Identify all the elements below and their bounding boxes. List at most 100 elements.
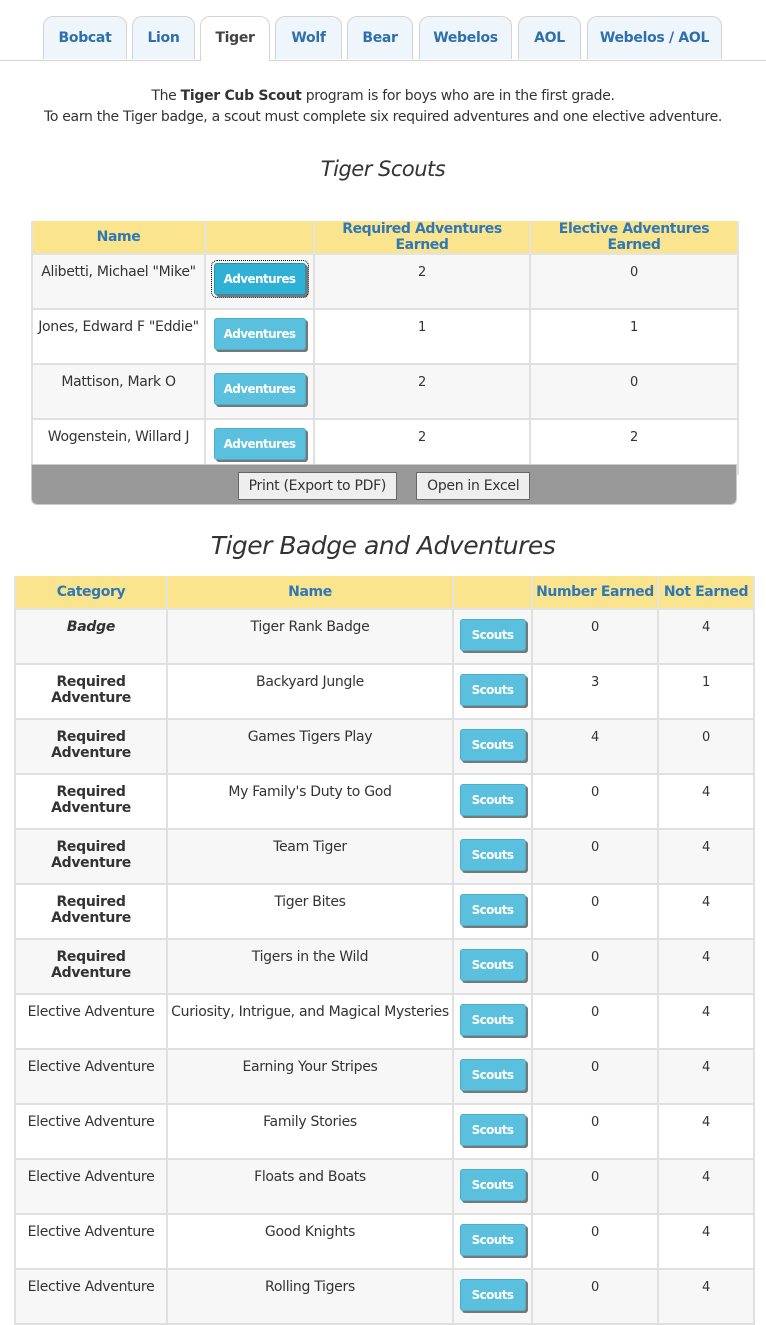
scouts-table-header: Name Required Adventures Earned Elective… [31, 221, 739, 255]
adventure-name: Rolling Tigers [166, 1268, 454, 1325]
required-adventures-earned: 1 [313, 308, 531, 365]
adventure-row: Required Adventure My Family's Duty to Go… [14, 773, 755, 830]
adventures-button[interactable]: Adventures [213, 373, 306, 405]
scouts-button[interactable]: Scouts [459, 894, 526, 926]
tab-bear[interactable]: Bear [347, 16, 413, 59]
adventure-row: Required Adventure Games Tigers Play Scout… [14, 718, 755, 775]
adventure-category: Required Adventure [14, 663, 168, 720]
adventure-category: Required Adventure [14, 883, 168, 940]
tab-webelos-aol[interactable]: Webelos / AOL [587, 16, 722, 59]
adventure-row: Elective Adventure Floats and Boats Scouts… [14, 1158, 755, 1215]
adventure-name: Tiger Rank Badge [166, 608, 454, 665]
adventures-button[interactable]: Adventures [213, 428, 306, 460]
adventure-name: Tigers in the Wild [166, 938, 454, 995]
not-earned: 1 [657, 663, 755, 720]
header-required-earned: Required Adventures Earned [313, 221, 531, 255]
adventures-button[interactable]: Adventures [210, 260, 309, 298]
not-earned: 4 [657, 938, 755, 995]
number-earned: 0 [531, 993, 659, 1050]
scouts-button[interactable]: Scouts [459, 1279, 526, 1311]
number-earned: 0 [531, 773, 659, 830]
number-earned: 4 [531, 718, 659, 775]
adventure-row: Required Adventure Team Tiger Scouts 0 4 [14, 828, 755, 885]
scouts-button[interactable]: Scouts [459, 1114, 526, 1146]
header-category: Category [14, 576, 168, 610]
adventures-section-title: Tiger Badge and Adventures [210, 531, 556, 560]
adventure-name: Floats and Boats [166, 1158, 454, 1215]
required-adventures-earned: 2 [313, 363, 531, 420]
scout-name: Alibetti, Michael "Mike" [31, 253, 206, 310]
adventure-row: Required Adventure Backyard Jungle Scouts 3… [14, 663, 755, 720]
tab-bobcat[interactable]: Bobcat [43, 16, 127, 59]
adventure-row: Badge Tiger Rank Badge Scouts 0 4 [14, 608, 755, 665]
tab-wolf[interactable]: Wolf [275, 16, 342, 59]
tab-lion[interactable]: Lion [132, 16, 195, 59]
scouts-button[interactable]: Scouts [459, 674, 526, 706]
number-earned: 0 [531, 938, 659, 995]
elective-adventures-earned: 0 [529, 363, 739, 420]
number-earned: 0 [531, 608, 659, 665]
header-actions [452, 576, 533, 610]
tab-webelos[interactable]: Webelos [419, 16, 512, 59]
scouts-button[interactable]: Scouts [459, 1004, 526, 1036]
scouts-button[interactable]: Scouts [459, 839, 526, 871]
scout-name: Mattison, Mark O [31, 363, 206, 420]
adventure-row: Required Adventure Tiger Bites Scouts 0 4 [14, 883, 755, 940]
adventure-actions-cell: Scouts [452, 1268, 533, 1325]
adventure-actions-cell: Scouts [452, 718, 533, 775]
adventure-actions-cell: Scouts [452, 773, 533, 830]
required-adventures-earned: 2 [313, 253, 531, 310]
tab-tiger[interactable]: Tiger [200, 16, 270, 61]
adventure-actions-cell: Scouts [452, 1048, 533, 1105]
scouts-button[interactable]: Scouts [459, 949, 526, 981]
scouts-button[interactable]: Scouts [459, 1224, 526, 1256]
elective-adventures-earned: 0 [529, 253, 739, 310]
adventure-category: Elective Adventure [14, 1158, 168, 1215]
adventure-row: Elective Adventure Family Stories Scouts 0 4 [14, 1103, 755, 1160]
not-earned: 4 [657, 1158, 755, 1215]
scouts-button[interactable]: Scouts [459, 729, 526, 761]
scouts-table-footer: Print (Export to PDF) Open in Excel [31, 464, 737, 505]
not-earned: 0 [657, 718, 755, 775]
adventure-actions-cell: Scouts [452, 883, 533, 940]
scout-name: Jones, Edward F "Eddie" [31, 308, 206, 365]
adventure-name: Tiger Bites [166, 883, 454, 940]
tab-aol[interactable]: AOL [518, 16, 581, 59]
adventure-category: Required Adventure [14, 773, 168, 830]
program-description: The Tiger Cub Scout program is for boys … [0, 86, 766, 128]
open-in-excel-button[interactable]: Open in Excel [416, 472, 531, 500]
scouts-button[interactable]: Scouts [459, 1169, 526, 1201]
adventure-category: Elective Adventure [14, 993, 168, 1050]
header-name: Name [31, 221, 206, 255]
adventure-name: Family Stories [166, 1103, 454, 1160]
adventure-category: Elective Adventure [14, 1048, 168, 1105]
scouts-button[interactable]: Scouts [459, 619, 526, 651]
adventure-category: Required Adventure [14, 718, 168, 775]
adventure-name: Team Tiger [166, 828, 454, 885]
adventure-name: Good Knights [166, 1213, 454, 1270]
adventure-category: Required Adventure [14, 828, 168, 885]
adventure-category: Elective Adventure [14, 1213, 168, 1270]
number-earned: 3 [531, 663, 659, 720]
adventure-name: Curiosity, Intrigue, and Magical Mysteri… [166, 993, 454, 1050]
number-earned: 0 [531, 1158, 659, 1215]
adventure-actions-cell: Scouts [452, 938, 533, 995]
print-export-pdf-button[interactable]: Print (Export to PDF) [237, 472, 397, 500]
adventure-actions-cell: Scouts [452, 1213, 533, 1270]
elective-adventures-earned: 1 [529, 308, 739, 365]
scouts-button[interactable]: Scouts [459, 1059, 526, 1091]
adventure-actions-cell: Scouts [452, 1103, 533, 1160]
not-earned: 4 [657, 828, 755, 885]
adventure-row: Elective Adventure Rolling Tigers Scouts 0 4 [14, 1268, 755, 1325]
adventure-name: Games Tigers Play [166, 718, 454, 775]
intro-line-1: The Tiger Cub Scout program is for boys … [151, 88, 615, 104]
scouts-button[interactable]: Scouts [459, 784, 526, 816]
scouts-table: Name Required Adventures Earned Elective… [31, 221, 739, 475]
adventures-table-header: Category Name Number Earned Not Earned [14, 576, 755, 610]
adventures-button[interactable]: Adventures [213, 318, 306, 350]
adventure-category: Required Adventure [14, 938, 168, 995]
scout-actions-cell: Adventures [204, 253, 315, 310]
adventure-category: Badge [14, 608, 168, 665]
intro-line-2: To earn the Tiger badge, a scout must co… [43, 109, 723, 125]
adventure-name: Backyard Jungle [166, 663, 454, 720]
